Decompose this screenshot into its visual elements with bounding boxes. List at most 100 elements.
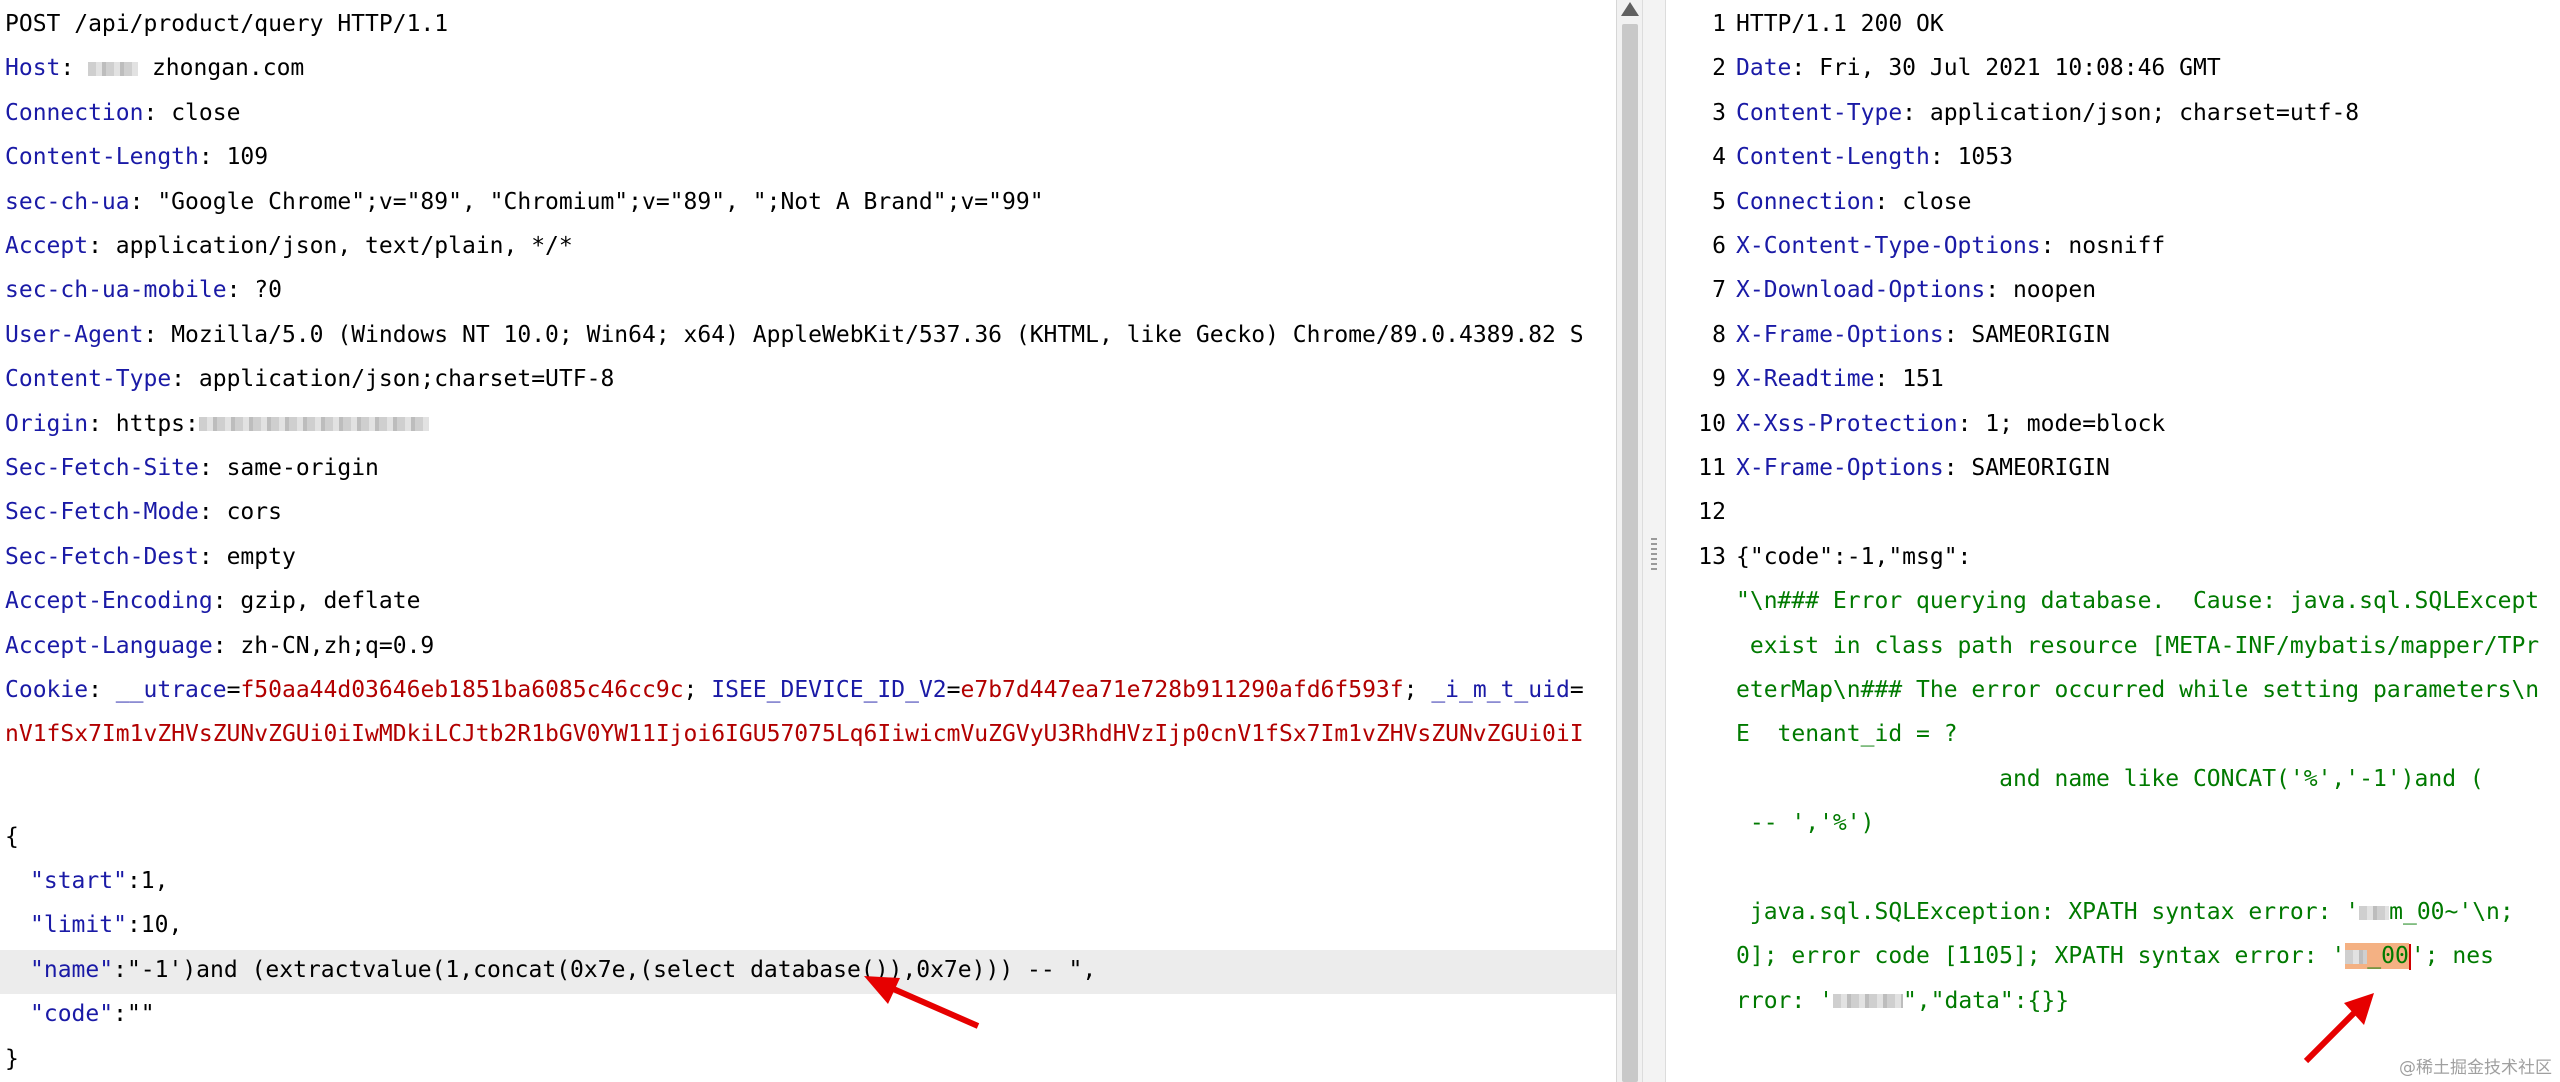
redacted-mask bbox=[2345, 949, 2368, 964]
header-name: sec-ch-ua-mobile bbox=[5, 277, 227, 304]
cookie-value: f50aa44d03646eb1851ba6085c46cc9c bbox=[240, 677, 684, 703]
header-value: application/json, text/plain, */* bbox=[115, 233, 573, 259]
response-body-text: ~'\n; bbox=[2444, 899, 2514, 925]
request-scrollbar[interactable] bbox=[1616, 0, 1642, 1082]
line-number: 10 bbox=[1698, 410, 1726, 437]
json-value: :"" bbox=[113, 1001, 155, 1028]
header-name: Sec-Fetch-Mode bbox=[5, 499, 199, 526]
header-line: User-Agent: Mozilla/5.0 (Windows NT 10.0… bbox=[5, 315, 1584, 359]
header-value: "Google Chrome";v="89", "Chromium";v="89… bbox=[157, 188, 1044, 215]
header-separator: : bbox=[1874, 366, 1903, 393]
response-body-line: and name like CONCAT('%','-1')and ( bbox=[1736, 759, 2484, 803]
cookie-continuation: nV1fSx7Im1vZHVsZUNvZGUi0iIwMDkiLCJtb2R1b… bbox=[5, 721, 1584, 748]
redacted-mask bbox=[88, 61, 139, 76]
header-separator: : bbox=[212, 632, 241, 659]
cookie-key: __utrace bbox=[115, 677, 227, 703]
pane-splitter[interactable] bbox=[1642, 0, 1666, 1082]
header-line: Accept-Language: zh-CN,zh;q=0.9 bbox=[5, 626, 434, 670]
red-arrow-annotation-icon bbox=[2303, 993, 2374, 1064]
header-separator: : bbox=[143, 321, 172, 348]
header-separator: : bbox=[143, 99, 172, 126]
header-separator: : bbox=[1985, 277, 2013, 304]
response-body-line: E tenant_id = ? bbox=[1736, 714, 1958, 758]
header-line: Host: zhongan.com bbox=[5, 48, 304, 92]
line-number: 1 bbox=[1712, 11, 1726, 37]
header-separator: : bbox=[1902, 99, 1930, 126]
response-body-line: "\n### Error querying database. Cause: j… bbox=[1736, 581, 2539, 625]
header-separator: : bbox=[1791, 55, 1820, 82]
header-name: X-Frame-Options bbox=[1736, 321, 1944, 348]
masked-db-name: _00 bbox=[2367, 943, 2409, 970]
header-line: sec-ch-ua: "Google Chrome";v="89", "Chro… bbox=[5, 182, 1044, 226]
header-name: Sec-Fetch-Dest bbox=[5, 543, 199, 570]
json-brace: } bbox=[5, 1045, 19, 1072]
header-value: same-origin bbox=[226, 455, 379, 481]
header-name: Accept-Language bbox=[5, 632, 213, 659]
response-viewer[interactable]: 1 HTTP/1.1 200 OK 2 Date: Fri, 30 Jul 2021 … bbox=[1666, 0, 2560, 1082]
response-body-text: '; nes bbox=[2410, 943, 2494, 970]
response-body-text: rror: ' bbox=[1736, 987, 1833, 1014]
header-value: zhongan.com bbox=[151, 55, 305, 82]
response-line: X-Frame-Options: SAMEORIGIN bbox=[1736, 315, 2110, 359]
header-value: SAMEORIGIN bbox=[1971, 455, 2110, 481]
request-editor[interactable]: POST /api/product/query HTTP/1.1 Host: zh… bbox=[0, 0, 1616, 1082]
redacted-mask bbox=[198, 417, 429, 432]
json-key: "code" bbox=[30, 1001, 114, 1028]
response-body-line: exist in class path resource [META-INF/m… bbox=[1736, 626, 2539, 670]
scroll-up-arrow-icon[interactable] bbox=[1621, 2, 1639, 16]
response-body-text: E tenant_id = ? bbox=[1736, 721, 1958, 748]
line-number: 3 bbox=[1712, 99, 1726, 126]
header-separator: : bbox=[60, 55, 89, 82]
response-line: HTTP/1.1 200 OK bbox=[1736, 4, 1944, 48]
header-name: Content-Length bbox=[1736, 144, 1930, 171]
header-value: Fri, 30 Jul 2021 10:08:46 GMT bbox=[1819, 55, 2221, 82]
splitter-grip-icon[interactable] bbox=[1651, 536, 1657, 570]
header-separator: : bbox=[1874, 188, 1903, 215]
response-line: X-Xss-Protection: 1; mode=block bbox=[1736, 404, 2165, 448]
header-line: Sec-Fetch-Mode: cors bbox=[5, 492, 282, 536]
cookie-separator: ; bbox=[683, 677, 712, 703]
response-body-text: exist in class path resource [META-INF/m… bbox=[1736, 632, 2540, 659]
cookie-key: _i_m_t_uid bbox=[1431, 677, 1570, 703]
header-line: Accept-Encoding: gzip, deflate bbox=[5, 581, 420, 625]
header-value: 151 bbox=[1902, 366, 1944, 393]
response-body-line: java.sql.SQLException: XPATH syntax erro… bbox=[1736, 892, 2514, 936]
header-line: Content-Type: application/json;charset=U… bbox=[5, 359, 614, 403]
json-line: "code":"" bbox=[30, 994, 155, 1038]
response-body-text: ","data":{}} bbox=[1902, 987, 2070, 1014]
response-body-line: rror: ' ","data":{}} bbox=[1736, 981, 2069, 1025]
header-separator: : bbox=[1929, 144, 1958, 171]
header-value: nosniff bbox=[2068, 233, 2166, 259]
request-line: { bbox=[5, 817, 19, 861]
header-separator: : bbox=[88, 677, 116, 703]
response-line: X-Content-Type-Options: nosniff bbox=[1736, 226, 2165, 270]
header-name: Sec-Fetch-Site bbox=[5, 455, 199, 481]
header-value: 109 bbox=[226, 144, 269, 171]
header-name: X-Download-Options bbox=[1736, 277, 1986, 304]
header-value: close bbox=[171, 99, 241, 126]
response-body-text: java.sql.SQLException: XPATH syntax erro… bbox=[1736, 899, 2360, 925]
header-value: empty bbox=[226, 543, 296, 570]
line-number: 7 bbox=[1712, 277, 1726, 304]
line-number: 12 bbox=[1698, 499, 1726, 526]
header-separator: : bbox=[198, 499, 227, 526]
line-number: 5 bbox=[1712, 188, 1726, 215]
header-name: X-Content-Type-Options bbox=[1736, 233, 2041, 259]
scroll-thumb[interactable] bbox=[1622, 24, 1638, 1082]
header-value: https: bbox=[115, 410, 199, 437]
header-separator: : bbox=[1957, 410, 1986, 437]
response-line: X-Frame-Options: SAMEORIGIN bbox=[1736, 448, 2110, 492]
json-value: :1, bbox=[126, 867, 169, 894]
red-arrow-annotation-icon bbox=[864, 976, 980, 1029]
header-name: Content-Length bbox=[5, 144, 199, 171]
json-key: "start" bbox=[30, 867, 127, 894]
response-line: Content-Type: application/json; charset=… bbox=[1736, 93, 2359, 137]
header-value: cors bbox=[226, 499, 282, 526]
header-value: noopen bbox=[2012, 277, 2097, 304]
header-name: Connection bbox=[5, 99, 144, 126]
header-line: Origin: https: bbox=[5, 404, 429, 448]
header-separator: : bbox=[129, 188, 158, 215]
response-line: X-Readtime: 151 bbox=[1736, 359, 1944, 403]
watermark: @稀土掘金技术社区 bbox=[2399, 1058, 2552, 1078]
header-name: sec-ch-ua bbox=[5, 188, 130, 215]
